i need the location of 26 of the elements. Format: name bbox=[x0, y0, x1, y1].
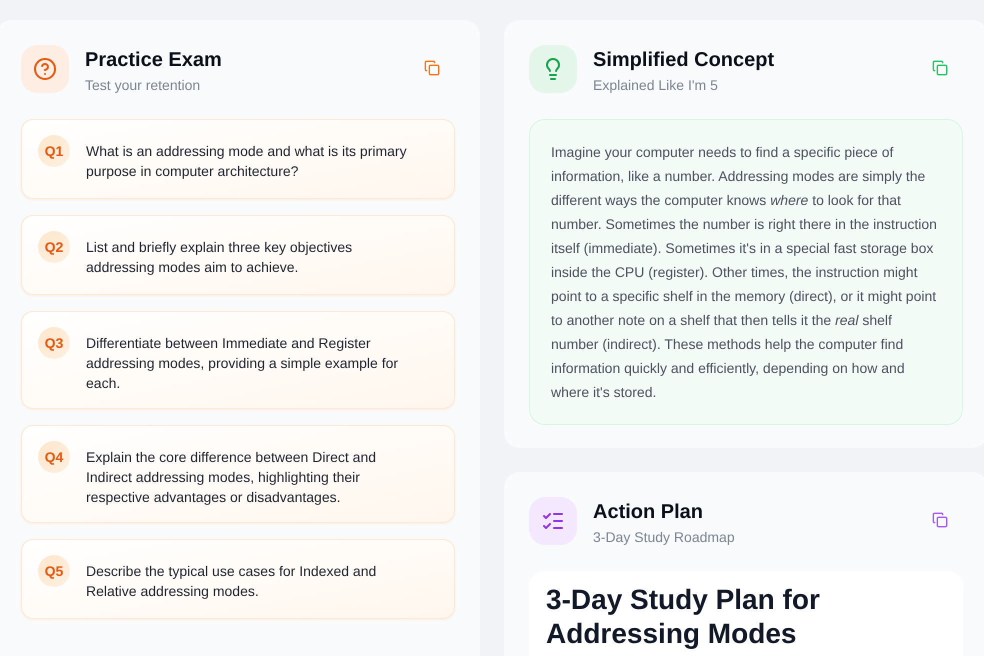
copy-button[interactable] bbox=[930, 510, 950, 530]
question-text: What is an addressing mode and what is its primary purpose in computer architecture? bbox=[86, 142, 408, 181]
copy-icon bbox=[932, 512, 948, 528]
card-subtitle: 3-Day Study Roadmap bbox=[593, 528, 736, 547]
card-subtitle: Test your retention bbox=[85, 76, 202, 95]
copy-icon bbox=[424, 60, 440, 76]
question-text: List and briefly explain three key objectives addressing modes aim to achieve. bbox=[86, 238, 354, 277]
question-number: Q1 bbox=[38, 135, 70, 167]
question-number: Q2 bbox=[38, 231, 70, 263]
question-text: Explain the core difference between Direct and Indirect addressing modes, highlighting their respective advantages or disadvantages. bbox=[86, 448, 378, 507]
copy-icon bbox=[932, 60, 948, 76]
copy-button[interactable] bbox=[930, 58, 950, 78]
card-title: Practice Exam bbox=[85, 48, 223, 73]
copy-button[interactable] bbox=[422, 58, 442, 78]
lightbulb-icon bbox=[529, 45, 577, 93]
explanation-text: Imagine your computer needs to find a specific piece of information, like a number. Addressing modes are simply the different ways the computer knows where to look for that number. Sometimes the number is right there in the instruction itself (immediate). Sometimes it's in a special fast storage box inside the CPU (register). Other times, the instruction might point to a specific shelf in the memory (direct), or it might point to another note on a shelf that then tells it the real shelf number (indirect). These methods help the computer find information quickly and efficiently, depending on how and where it's stored. bbox=[551, 143, 938, 402]
question-number: Q5 bbox=[38, 555, 70, 587]
question-text: Describe the typical use cases for Indexed and Relative addressing modes. bbox=[86, 562, 378, 601]
question-text: Differentiate between Immediate and Register addressing modes, providing a simple example for each. bbox=[86, 334, 400, 393]
checklist-icon bbox=[529, 497, 577, 545]
question-number: Q4 bbox=[38, 441, 70, 473]
question-number: Q3 bbox=[38, 327, 70, 359]
card-title: Action Plan bbox=[593, 500, 704, 525]
plan-heading: 3-Day Study Plan for Addressing Modes bbox=[546, 583, 821, 651]
card-title: Simplified Concept bbox=[593, 48, 776, 73]
card-subtitle: Explained Like I'm 5 bbox=[593, 76, 719, 95]
